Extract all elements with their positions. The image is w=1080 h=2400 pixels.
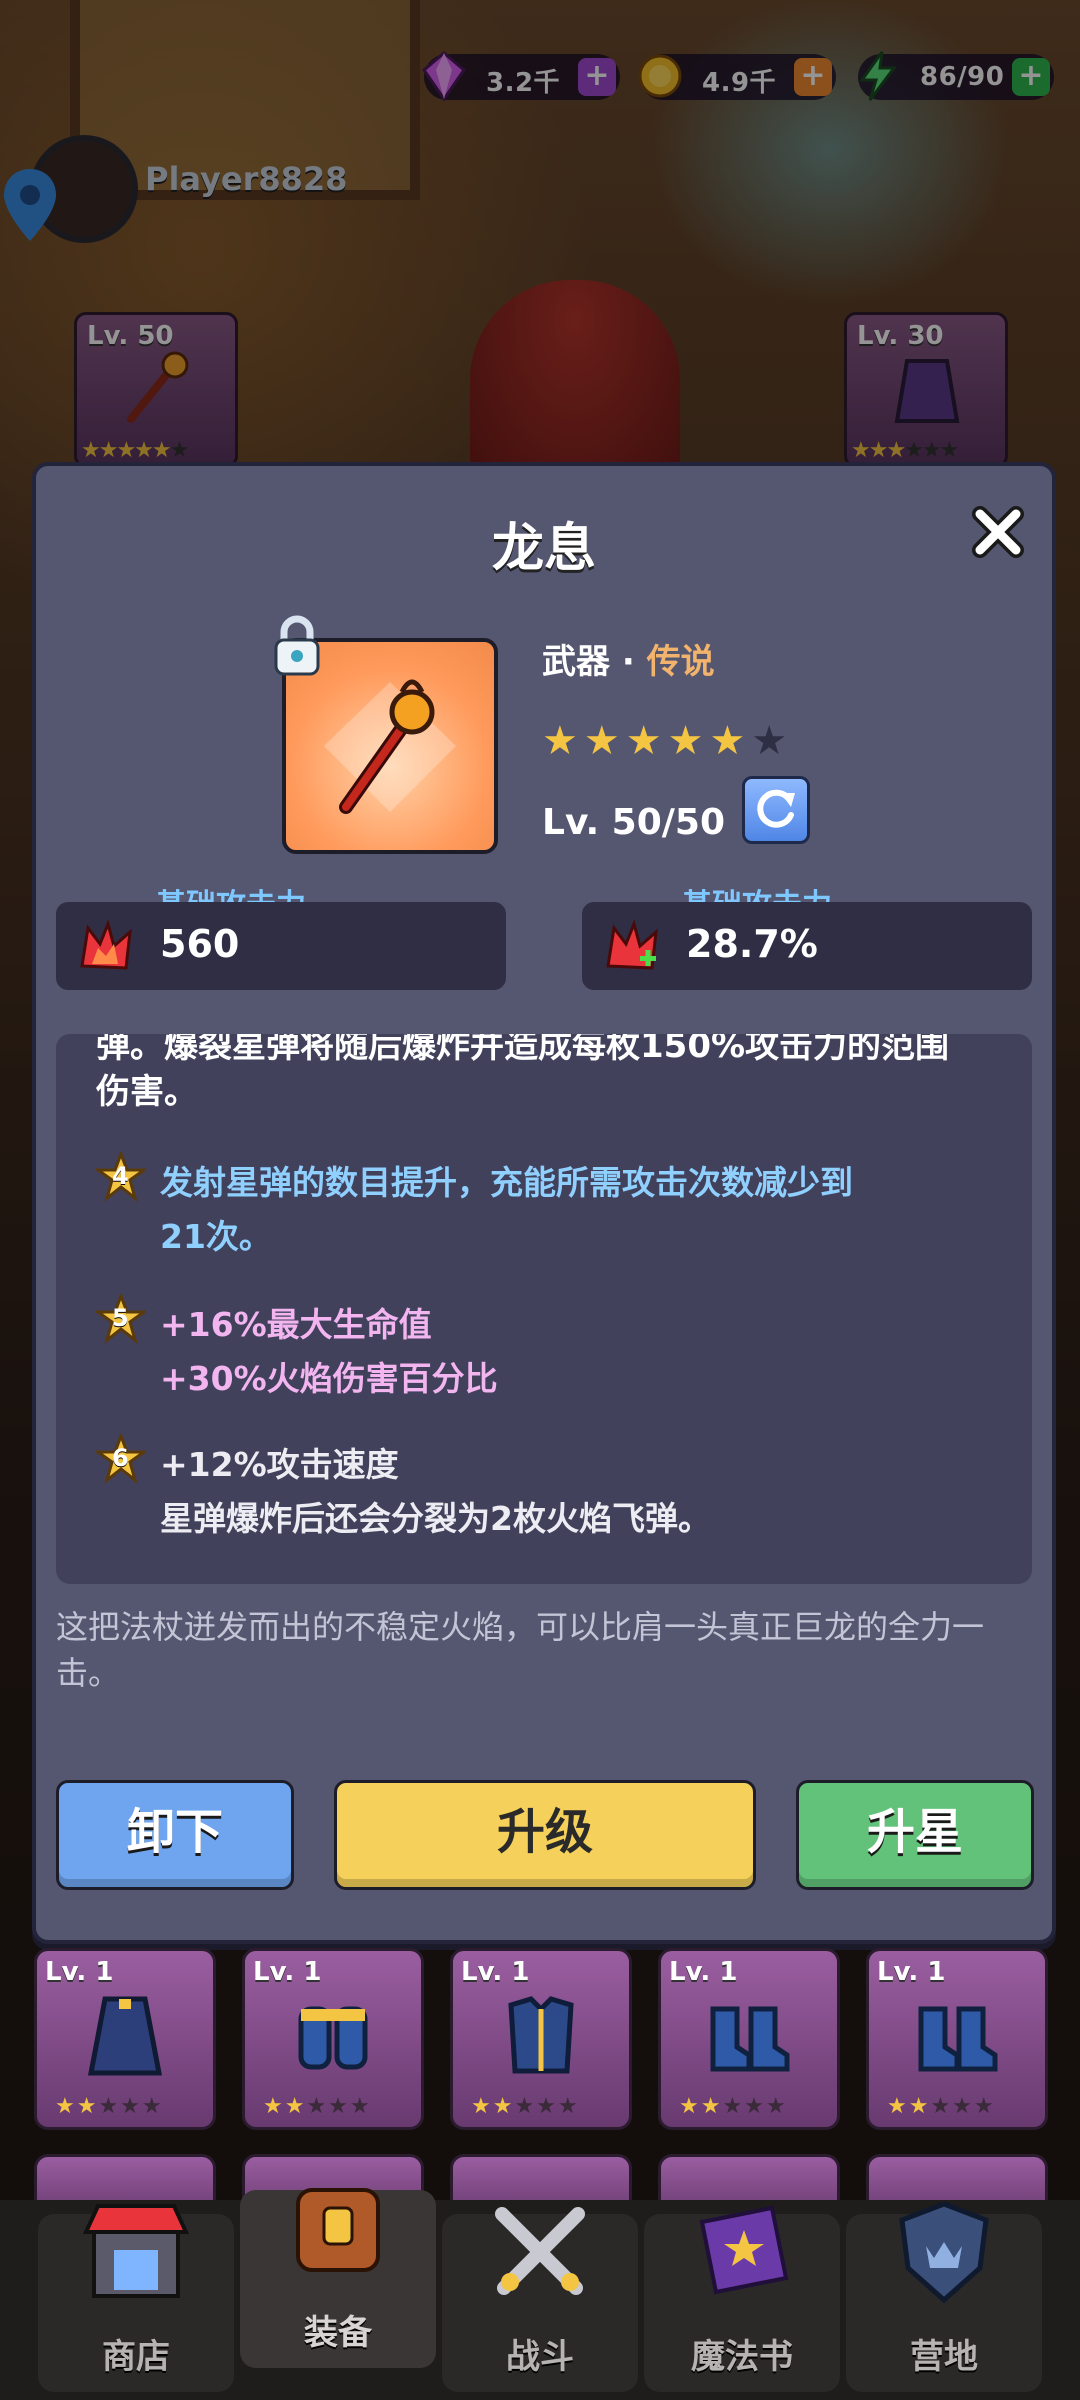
stat-value: 560 xyxy=(160,922,240,966)
attack-plus-icon xyxy=(606,919,658,970)
star-icon: ★ xyxy=(709,718,746,764)
item-level: Lv. 1 xyxy=(461,1957,530,1987)
perk-line: 发射星弹的数目提升，充能所需攻击次数减少到 xyxy=(160,1163,853,1202)
unequip-button[interactable]: 卸下 xyxy=(56,1780,294,1890)
boots-icon xyxy=(710,2006,790,2072)
tab-camp[interactable]: 营地 xyxy=(846,2201,1042,2392)
perk-line: +16%最大生命值 xyxy=(160,1305,432,1344)
item-stars: ★★★★★ xyxy=(471,2094,580,2119)
inventory-item[interactable]: Lv. 1 ★★★★★ xyxy=(242,1948,424,2130)
spellbook-icon xyxy=(699,2205,789,2295)
perk-line: 21次。 xyxy=(160,1217,272,1256)
perk-line: +30%火焰伤害百分比 xyxy=(160,1359,498,1398)
tab-label: 营地 xyxy=(910,2337,978,2377)
upgrade-button[interactable]: 升级 xyxy=(334,1780,756,1890)
reset-icon[interactable] xyxy=(742,776,810,844)
swords-icon xyxy=(495,2207,585,2295)
shop-icon xyxy=(82,2204,190,2298)
perk-badge-number: 4 xyxy=(112,1162,129,1190)
tab-battle[interactable]: 战斗 xyxy=(442,2207,638,2392)
star-empty-icon: ★ xyxy=(751,718,788,764)
perk-line: 星弹爆炸后还会分裂为2枚火焰飞弹。 xyxy=(160,1499,711,1538)
stat-value: 28.7% xyxy=(686,922,818,966)
stat-base-attack: 560 xyxy=(56,902,506,990)
attack-icon xyxy=(80,919,132,970)
star-icon: ★ xyxy=(542,718,578,764)
star-up-button[interactable]: 升星 xyxy=(796,1780,1034,1890)
tab-shop[interactable]: 商店 xyxy=(38,2204,234,2392)
cape-icon xyxy=(87,1996,163,2076)
item-detail-dialog: 龙息 武器 · 传说 ★ ★ ★ ★ ★ ★ Lv. 50/50 基础攻击力 xyxy=(32,462,1056,1944)
star-icon: ★ xyxy=(625,718,662,764)
tab-label: 战斗 xyxy=(506,2337,574,2377)
inventory-item[interactable]: Lv. 1 ★★★★★ xyxy=(658,1948,840,2130)
perk-description-scroll[interactable]: 弹。爆裂星弹将随后爆炸并造成每枚150%攻击力的范围 伤害。 4 发射星弹的数目… xyxy=(56,1034,1032,1584)
type-separator: · xyxy=(610,642,647,682)
item-level: Lv. 1 xyxy=(669,1957,738,1987)
description-fragment: 伤害。 xyxy=(96,1072,198,1112)
tab-label: 装备 xyxy=(304,2313,372,2353)
shield-icon xyxy=(899,2201,989,2304)
flavor-text: 这把法杖迸发而出的不稳定火焰，可以比肩一头真正巨龙的全力一击。 xyxy=(56,1608,985,1692)
tab-spellbook[interactable]: 魔法书 xyxy=(644,2205,840,2392)
item-stars: ★★★★★ xyxy=(887,2094,996,2119)
perk-line: +12%攻击速度 xyxy=(160,1445,399,1484)
item-stars: ★★★★★ xyxy=(55,2094,164,2119)
gloves-icon xyxy=(298,2006,368,2070)
item-level: Lv. 1 xyxy=(253,1957,322,1987)
stat-attack-bonus: 28.7% xyxy=(582,902,1032,990)
inventory-item[interactable]: Lv. 1 ★★★★★ xyxy=(34,1948,216,2130)
item-title: 龙息 xyxy=(491,519,596,579)
item-stars: ★ ★ ★ ★ ★ ★ xyxy=(542,721,787,761)
item-rarity: 传说 xyxy=(646,642,715,682)
inventory-item[interactable]: Lv. 1 ★★★★★ xyxy=(866,1948,1048,2130)
description-fragment: 弹。爆裂星弹将随后爆炸并造成每枚150%攻击力的范围 xyxy=(96,1034,950,1066)
boots-icon xyxy=(918,2006,998,2072)
star-icon: ★ xyxy=(583,718,620,764)
close-icon[interactable] xyxy=(968,502,1028,562)
item-level: Lv. 1 xyxy=(877,1957,946,1987)
armor-icon xyxy=(508,1996,574,2074)
tab-label: 商店 xyxy=(102,2337,170,2377)
star-icon: ★ xyxy=(667,718,704,764)
backpack-icon xyxy=(296,2188,380,2272)
item-stars: ★★★★★ xyxy=(679,2094,788,2119)
tab-label: 魔法书 xyxy=(691,2337,793,2377)
item-stars: ★★★★★ xyxy=(263,2094,372,2119)
inventory-item[interactable]: Lv. 1 ★★★★★ xyxy=(450,1948,632,2130)
perk-badge-number: 5 xyxy=(112,1304,129,1332)
item-level: Lv. 1 xyxy=(45,1957,114,1987)
lock-icon[interactable] xyxy=(272,614,322,678)
item-category: 武器 xyxy=(542,642,610,682)
item-level: Lv. 50/50 xyxy=(542,802,726,843)
perk-badge-number: 6 xyxy=(112,1444,129,1472)
item-type: 武器 · 传说 xyxy=(542,634,715,683)
tab-equipment[interactable]: 装备 xyxy=(240,2188,436,2368)
